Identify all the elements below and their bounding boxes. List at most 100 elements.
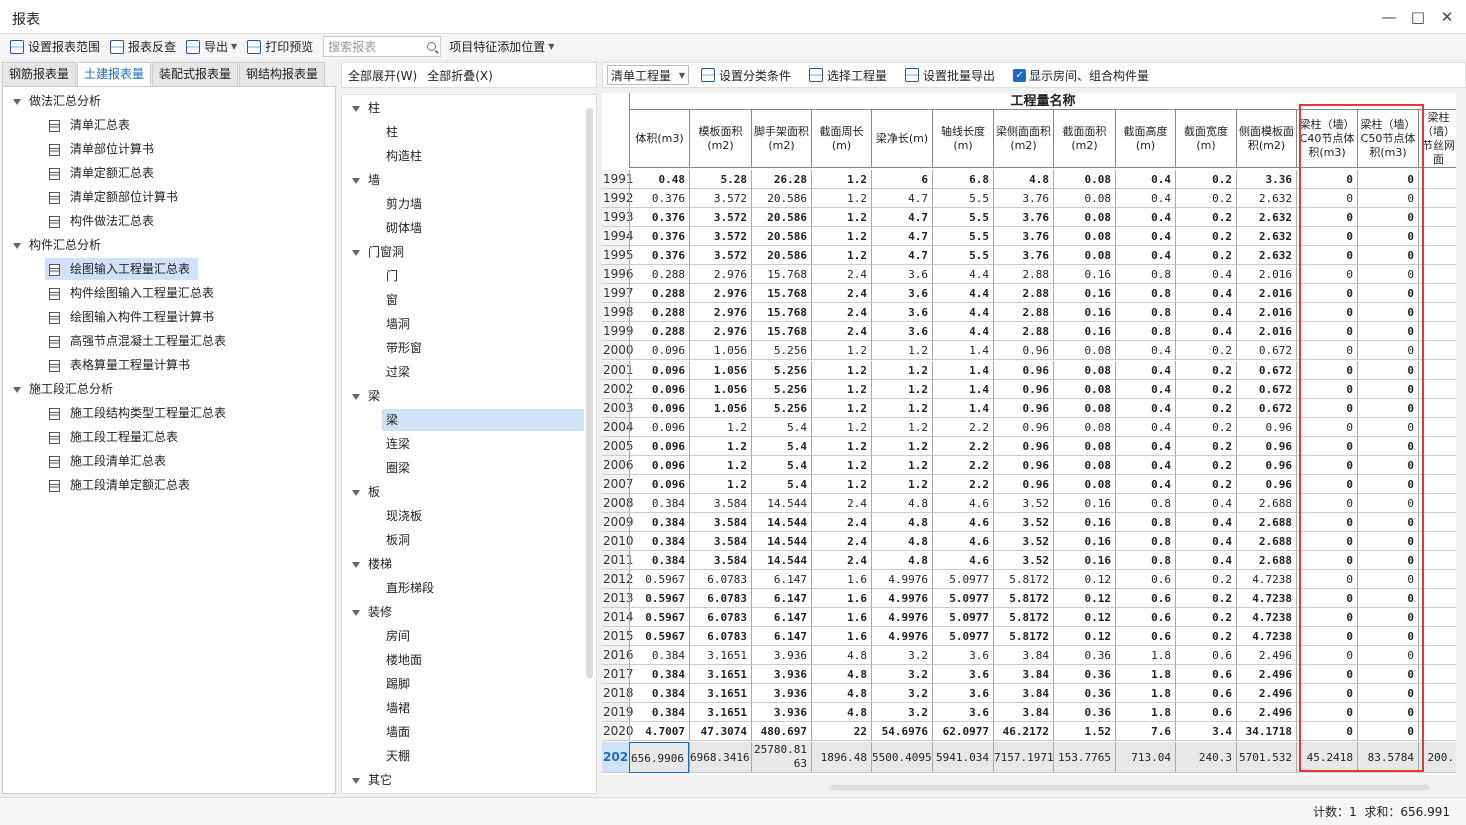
- table-cell[interactable]: 1.2: [811, 170, 871, 189]
- table-cell[interactable]: 1.2: [871, 380, 932, 399]
- table-cell[interactable]: 0.2: [1175, 170, 1236, 189]
- table-cell[interactable]: 0.4: [1115, 475, 1175, 494]
- table-cell[interactable]: 4.7238: [1236, 608, 1296, 627]
- table-cell[interactable]: 3.2: [871, 703, 932, 722]
- maximize-icon[interactable]: □: [1407, 6, 1429, 28]
- table-cell[interactable]: 1.2: [811, 456, 871, 475]
- toolbar-button-1[interactable]: 报表反查: [106, 36, 180, 58]
- tree-item-report[interactable]: 构件做法汇总表: [45, 210, 162, 232]
- table-cell[interactable]: 2.88: [993, 322, 1053, 341]
- table-cell[interactable]: 1.6: [811, 608, 871, 627]
- table-cell[interactable]: 1.2: [811, 399, 871, 418]
- table-cell[interactable]: 2.88: [993, 265, 1053, 284]
- table-cell[interactable]: 0.4: [1115, 399, 1175, 418]
- table-cell[interactable]: 0.2: [1175, 418, 1236, 437]
- table-cell[interactable]: 0.376: [629, 189, 689, 208]
- table-cell[interactable]: 0.08: [1053, 456, 1115, 475]
- table-cell[interactable]: 6.147: [751, 608, 811, 627]
- table-cell[interactable]: 3.6: [932, 703, 993, 722]
- table-cell[interactable]: 15.768: [751, 322, 811, 341]
- table-cell[interactable]: 1.2: [811, 227, 871, 246]
- table-cell[interactable]: 34.1718: [1236, 722, 1296, 741]
- table-cell[interactable]: 4.6: [932, 532, 993, 551]
- table-cell[interactable]: 0.2: [1175, 456, 1236, 475]
- table-cell[interactable]: 4.4: [932, 322, 993, 341]
- tree-item-report[interactable]: 施工段结构类型工程量汇总表: [45, 402, 234, 424]
- column-header[interactable]: 模板面积(m2): [689, 110, 751, 168]
- table-cell[interactable]: 0.08: [1053, 208, 1115, 227]
- search-icon[interactable]: [427, 42, 437, 51]
- table-cell[interactable]: 0.16: [1053, 532, 1115, 551]
- column-header[interactable]: 截面周长(m): [811, 110, 871, 168]
- table-cell[interactable]: 1.2: [871, 456, 932, 475]
- horizontal-scrollbar[interactable]: [830, 785, 1430, 790]
- total-cell[interactable]: 6968.3416: [689, 742, 751, 773]
- table-cell[interactable]: 20.586: [751, 246, 811, 265]
- table-cell[interactable]: 3.6: [871, 303, 932, 322]
- table-cell[interactable]: 5.0977: [932, 627, 993, 646]
- tree-group[interactable]: 做法汇总分析: [13, 90, 101, 112]
- table-cell[interactable]: 2.688: [1236, 551, 1296, 570]
- table-cell[interactable]: 4.8: [871, 551, 932, 570]
- table-cell[interactable]: 2.688: [1236, 494, 1296, 513]
- table-cell[interactable]: 0.384: [629, 646, 689, 665]
- close-icon[interactable]: ✕: [1436, 6, 1458, 28]
- table-cell[interactable]: 5.5: [932, 246, 993, 265]
- table-cell[interactable]: 2.4: [811, 322, 871, 341]
- table-cell[interactable]: 2.016: [1236, 303, 1296, 322]
- table-cell[interactable]: 0.6: [1175, 646, 1236, 665]
- toolbar-button-0[interactable]: 设置报表范围: [6, 36, 104, 58]
- component-group[interactable]: 装修: [352, 601, 392, 623]
- tree-item-report[interactable]: 施工段清单定额汇总表: [45, 474, 198, 496]
- component-item[interactable]: 天棚: [382, 745, 584, 767]
- table-cell[interactable]: 0.12: [1053, 627, 1115, 646]
- table-cell[interactable]: 0.12: [1053, 589, 1115, 608]
- table-cell[interactable]: 5.8172: [993, 589, 1053, 608]
- table-cell[interactable]: 0.288: [629, 322, 689, 341]
- table-cell[interactable]: 2.016: [1236, 265, 1296, 284]
- table-cell[interactable]: 4.6: [932, 494, 993, 513]
- table-cell[interactable]: 7.6: [1115, 722, 1175, 741]
- table-cell[interactable]: 1.2: [811, 475, 871, 494]
- table-cell[interactable]: 5.5: [932, 227, 993, 246]
- table-cell[interactable]: 0.4: [1175, 322, 1236, 341]
- table-cell[interactable]: 14.544: [751, 532, 811, 551]
- total-cell[interactable]: 153.7765: [1053, 742, 1115, 773]
- table-cell[interactable]: 1.2: [811, 341, 871, 360]
- toolbar-button-3[interactable]: 打印预览: [243, 36, 317, 58]
- table-cell[interactable]: 0.96: [993, 380, 1053, 399]
- expand-arrow-icon[interactable]: [352, 249, 360, 256]
- table-cell[interactable]: 3.36: [1236, 170, 1296, 189]
- table-cell[interactable]: 0.08: [1053, 380, 1115, 399]
- component-item[interactable]: 门: [382, 265, 584, 287]
- table-cell[interactable]: 0.096: [629, 361, 689, 380]
- table-cell[interactable]: 2.496: [1236, 684, 1296, 703]
- table-cell[interactable]: 4.7007: [629, 722, 689, 741]
- table-cell[interactable]: 0.2: [1175, 399, 1236, 418]
- table-cell[interactable]: 26.28: [751, 170, 811, 189]
- table-cell[interactable]: 1.056: [689, 361, 751, 380]
- table-cell[interactable]: 0.8: [1115, 322, 1175, 341]
- table-cell[interactable]: 4.7: [871, 208, 932, 227]
- table-cell[interactable]: 3.84: [993, 703, 1053, 722]
- table-cell[interactable]: 3.2: [871, 646, 932, 665]
- table-cell[interactable]: 0.2: [1175, 189, 1236, 208]
- table-cell[interactable]: 6.147: [751, 570, 811, 589]
- table-cell[interactable]: 0.8: [1115, 551, 1175, 570]
- table-cell[interactable]: 2.496: [1236, 646, 1296, 665]
- table-cell[interactable]: 0.376: [629, 227, 689, 246]
- table-cell[interactable]: 4.8: [811, 646, 871, 665]
- table-cell[interactable]: 5.0977: [932, 608, 993, 627]
- tree-item-report[interactable]: 施工段工程量汇总表: [45, 426, 186, 448]
- tree-item-report[interactable]: 清单汇总表: [45, 114, 138, 136]
- table-cell[interactable]: 1.52: [1053, 722, 1115, 741]
- table-cell[interactable]: 0.8: [1115, 494, 1175, 513]
- table-cell[interactable]: 2.4: [811, 265, 871, 284]
- component-item[interactable]: 砌体墙: [382, 217, 584, 239]
- table-cell[interactable]: 0.384: [629, 513, 689, 532]
- table-cell[interactable]: 1.6: [811, 570, 871, 589]
- show-rooms-checkbox[interactable]: ✓ 显示房间、组合构件量: [1009, 64, 1153, 86]
- component-item[interactable]: 过梁: [382, 361, 584, 383]
- table-cell[interactable]: 4.8: [811, 703, 871, 722]
- table-cell[interactable]: 1.2: [811, 380, 871, 399]
